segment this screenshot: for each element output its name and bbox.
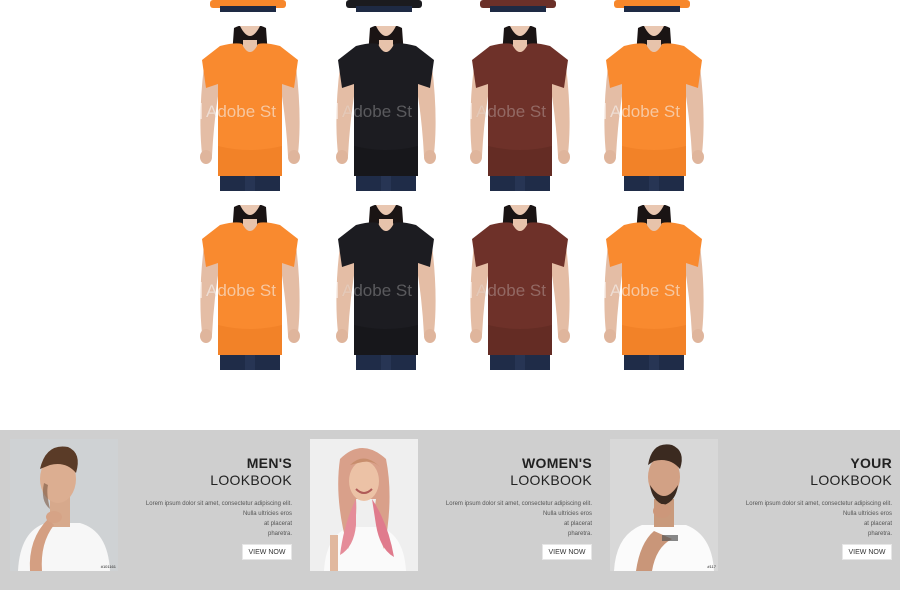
adobe-logo-icon [460, 281, 472, 298]
lookbook-image[interactable]: #117 [610, 439, 718, 571]
lookbook-title: LOOKBOOK [810, 472, 892, 488]
product-image-orange-tee[interactable]: Adobe St [190, 205, 310, 370]
lookbook-section: #101161 MEN'S LOOKBOOK Lorem ipsum dolor si… [0, 430, 900, 590]
description-line: at placerat [263, 521, 292, 527]
lookbook-image[interactable] [310, 439, 418, 571]
product-image-cropped[interactable] [190, 0, 310, 12]
image-tag: #101161 [100, 564, 116, 569]
product-image-orange-tee[interactable]: Adobe St [594, 26, 714, 191]
product-image-cropped[interactable] [460, 0, 580, 12]
watermark: Adobe St [460, 102, 580, 122]
description-line: pharetra. [567, 531, 592, 537]
adobe-logo-icon [594, 281, 606, 298]
watermark: Adobe St [594, 102, 714, 122]
adobe-logo-icon [326, 281, 338, 298]
lookbook-card: WOMEN'S LOOKBOOK Lorem ipsum dolor sit ame… [300, 439, 600, 571]
adobe-logo-icon [594, 102, 606, 119]
lookbook-description: Lorem ipsum dolor sit amet, consectetur … [722, 499, 892, 539]
lookbook-card: #117 YOUR LOOKBOOK Lorem ipsum dolor sit am… [600, 439, 900, 571]
watermark-text: Adobe St [342, 101, 412, 121]
adobe-logo-icon [190, 281, 202, 298]
lookbook-title: LOOKBOOK [510, 472, 592, 488]
description-line: at placerat [563, 521, 592, 527]
product-row: Adobe St Adobe St Adobe St Adobe St [190, 205, 714, 370]
product-row: Adobe St Adobe St Adobe St Adobe St [190, 26, 714, 191]
product-image-cropped[interactable] [594, 0, 714, 12]
description-line: Lorem ipsum dolor sit amet, consectetur … [145, 501, 292, 507]
lookbook-title-bold: WOMEN'S [522, 455, 592, 471]
description-line: at placerat [863, 521, 892, 527]
watermark-text: Adobe St [476, 280, 546, 300]
lookbook-image[interactable]: #101161 [10, 439, 118, 571]
description-line: pharetra. [867, 531, 892, 537]
watermark: Adobe St [594, 281, 714, 301]
product-image-black-tee[interactable]: Adobe St [326, 205, 446, 370]
description-line: Lorem ipsum dolor sit amet, consectetur … [745, 501, 892, 507]
watermark-text: Adobe St [610, 101, 680, 121]
watermark-text: Adobe St [206, 101, 276, 121]
watermark-text: Adobe St [610, 280, 680, 300]
lookbook-title: LOOKBOOK [210, 472, 292, 488]
watermark-text: Adobe St [476, 101, 546, 121]
description-line: Lorem ipsum dolor sit amet, consectetur … [445, 501, 592, 507]
watermark-text: Adobe St [342, 280, 412, 300]
watermark: Adobe St [326, 102, 446, 122]
lookbook-description: Lorem ipsum dolor sit amet, consectetur … [122, 499, 292, 539]
view-now-button[interactable]: VIEW NOW [542, 544, 592, 560]
view-now-button[interactable]: VIEW NOW [242, 544, 292, 560]
product-image-orange-tee[interactable]: Adobe St [594, 205, 714, 370]
lookbook-description: Lorem ipsum dolor sit amet, consectetur … [422, 499, 592, 539]
watermark: Adobe St [326, 281, 446, 301]
lookbook-title-bold: MEN'S [246, 455, 292, 471]
lookbook-card: #101161 MEN'S LOOKBOOK Lorem ipsum dolor si… [0, 439, 300, 571]
product-image-maroon-tee[interactable]: Adobe St [460, 26, 580, 191]
product-row-cropped [190, 0, 714, 12]
adobe-logo-icon [326, 102, 338, 119]
lookbook-title-bold: YOUR [850, 455, 892, 471]
adobe-logo-icon [460, 102, 472, 119]
description-line: Nulla ultricies eros [242, 511, 292, 517]
product-image-cropped[interactable] [326, 0, 446, 12]
watermark: Adobe St [190, 281, 310, 301]
page: Adobe St Adobe St Adobe St Adobe St Adob… [0, 0, 900, 600]
watermark: Adobe St [460, 281, 580, 301]
watermark-text: Adobe St [206, 280, 276, 300]
description-line: Nulla ultricies eros [842, 511, 892, 517]
product-image-black-tee[interactable]: Adobe St [326, 26, 446, 191]
description-line: Nulla ultricies eros [542, 511, 592, 517]
product-image-maroon-tee[interactable]: Adobe St [460, 205, 580, 370]
view-now-button[interactable]: VIEW NOW [842, 544, 892, 560]
image-tag: #117 [707, 564, 716, 569]
watermark: Adobe St [190, 102, 310, 122]
description-line: pharetra. [267, 531, 292, 537]
product-image-orange-tee[interactable]: Adobe St [190, 26, 310, 191]
adobe-logo-icon [190, 102, 202, 119]
